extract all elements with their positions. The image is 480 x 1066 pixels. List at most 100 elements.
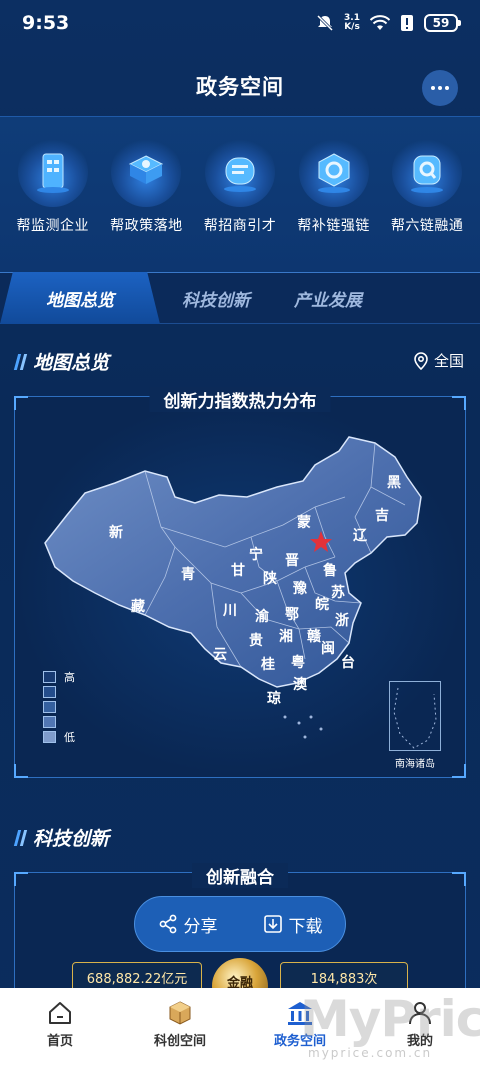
nav-profile[interactable]: 我的 [370, 1000, 470, 1049]
panel-corner [452, 872, 466, 886]
section-mark-icon [13, 353, 28, 370]
province-label: 陕 [263, 570, 277, 587]
mute-icon [316, 14, 334, 32]
share-label: 分享 [183, 916, 218, 937]
island-dots [283, 715, 323, 739]
quick-link-link[interactable]: 帮六链融通 [383, 137, 471, 235]
inset-label: 南海诸岛 [395, 759, 435, 770]
watermark-subtext: myprice.com.cn [308, 1046, 433, 1060]
quick-link-label: 帮政策落地 [110, 218, 183, 234]
legend-high-label: 高 [64, 670, 75, 684]
tab-industry-development[interactable]: 产业发展 [272, 272, 384, 324]
province-label: 粤 [291, 654, 305, 671]
legend-swatch [43, 700, 56, 713]
province-label: 桂 [260, 656, 275, 673]
province-label: 甘 [231, 562, 245, 579]
tab-tech-innovation[interactable]: 科技创新 [160, 272, 272, 324]
province-label: 蒙 [297, 514, 311, 531]
province-label: 闽 [321, 640, 335, 657]
province-label: 台 [341, 654, 355, 671]
page-header: 政务空间 [0, 58, 480, 114]
status-icons: 3.1 K/s 59 [316, 14, 461, 32]
province-label: 赣 [307, 628, 322, 645]
status-bar: 9:53 3.1 K/s 59 [0, 0, 480, 46]
legend-swatch [43, 670, 56, 683]
policy-icon [111, 137, 182, 207]
china-map-outline [44, 436, 422, 688]
more-dot-icon [438, 86, 442, 90]
download-button[interactable]: 下载 [263, 912, 323, 937]
south-china-sea-inset [389, 681, 441, 751]
battery-indicator: 59 [424, 14, 461, 32]
nav-label: 科创空间 [153, 1034, 206, 1049]
government-icon [288, 1002, 312, 1025]
quick-link-label: 帮六链融通 [390, 218, 464, 234]
province-label: 贵 [249, 632, 263, 649]
province-label: 吉 [375, 507, 389, 524]
quick-link-recruit[interactable]: 帮招商引才 [196, 137, 284, 235]
province-label: 黑 [387, 475, 401, 491]
legend-swatch [43, 715, 56, 728]
heatmap-legend: 高 低 [43, 669, 75, 744]
share-button[interactable]: 分享 [158, 912, 218, 937]
province-label: 云 [213, 647, 227, 663]
section-title: 地图总览 [33, 352, 110, 374]
home-icon [49, 1002, 71, 1024]
heatmap-panel: 创新力指数热力分布 黑 吉 辽 蒙 新 青 藏 甘 宁 陕 晋 鲁 豫 苏 皖 … [14, 387, 466, 778]
province-label: 晋 [285, 553, 299, 569]
province-label: 皖 [315, 596, 329, 613]
legend-swatch [43, 685, 56, 698]
province-label: 鲁 [322, 562, 337, 579]
building-icon [17, 137, 88, 207]
legend-swatch [43, 730, 56, 743]
province-label: 琼 [267, 690, 281, 707]
user-icon [409, 1002, 431, 1025]
network-speed: 3.1 K/s [344, 14, 360, 32]
more-dot-icon [431, 86, 435, 90]
cube-icon [169, 1001, 191, 1025]
quick-link-policy[interactable]: 帮政策落地 [102, 137, 190, 235]
legend-low-label: 低 [64, 730, 75, 744]
quick-link-monitor[interactable]: 帮监测企业 [9, 137, 97, 235]
wifi-icon [370, 15, 390, 30]
province-label: 湘 [279, 628, 293, 645]
status-time: 9:53 [22, 12, 70, 34]
nav-home[interactable]: 首页 [10, 1000, 110, 1049]
app-screen: 9:53 3.1 K/s 59 政务空间 帮监测企业 帮政策落地 帮招商引才 帮… [0, 0, 480, 1066]
chain-icon [298, 137, 369, 207]
province-label: 浙 [335, 612, 349, 629]
panel-corner [14, 872, 28, 886]
province-label: 豫 [293, 580, 307, 597]
quick-links-panel: 帮监测企业 帮政策落地 帮招商引才 帮补链强链 帮六链融通 [0, 116, 480, 272]
quick-link-label: 帮监测企业 [16, 218, 90, 234]
tab-map-overview[interactable]: 地图总览 [0, 272, 160, 324]
recruit-icon [204, 137, 275, 207]
province-label: 辽 [353, 528, 368, 544]
location-pin-icon [414, 351, 428, 370]
innovation-title: 创新融合 [192, 863, 288, 888]
province-label: 宁 [249, 546, 263, 563]
more-menu-button[interactable] [422, 70, 458, 106]
province-label: 新 [109, 524, 123, 541]
download-label: 下载 [288, 916, 323, 937]
province-label: 鄂 [285, 607, 299, 623]
region-selector[interactable]: 全国 [414, 350, 464, 371]
nav-tech-space[interactable]: 科创空间 [130, 1000, 230, 1049]
nav-government-space[interactable]: 政务空间 [250, 1000, 350, 1049]
tech-section-header: 科技创新 [13, 824, 110, 851]
province-label: 川 [222, 603, 237, 619]
page-title: 政务空间 [196, 75, 284, 99]
nav-label: 首页 [46, 1034, 73, 1049]
province-label: 渝 [255, 608, 270, 625]
section-title: 科技创新 [33, 828, 110, 850]
share-icon [159, 914, 176, 934]
section-mark-icon [13, 829, 28, 846]
link-icon [392, 137, 463, 207]
map-section-header: 地图总览 [13, 348, 110, 375]
province-label: 青 [181, 566, 195, 583]
quick-link-chain[interactable]: 帮补链强链 [290, 137, 378, 235]
quick-link-label: 帮补链强链 [297, 218, 370, 234]
quick-link-label: 帮招商引才 [203, 218, 277, 234]
province-label: 藏 [131, 598, 145, 615]
region-label: 全国 [433, 352, 464, 370]
